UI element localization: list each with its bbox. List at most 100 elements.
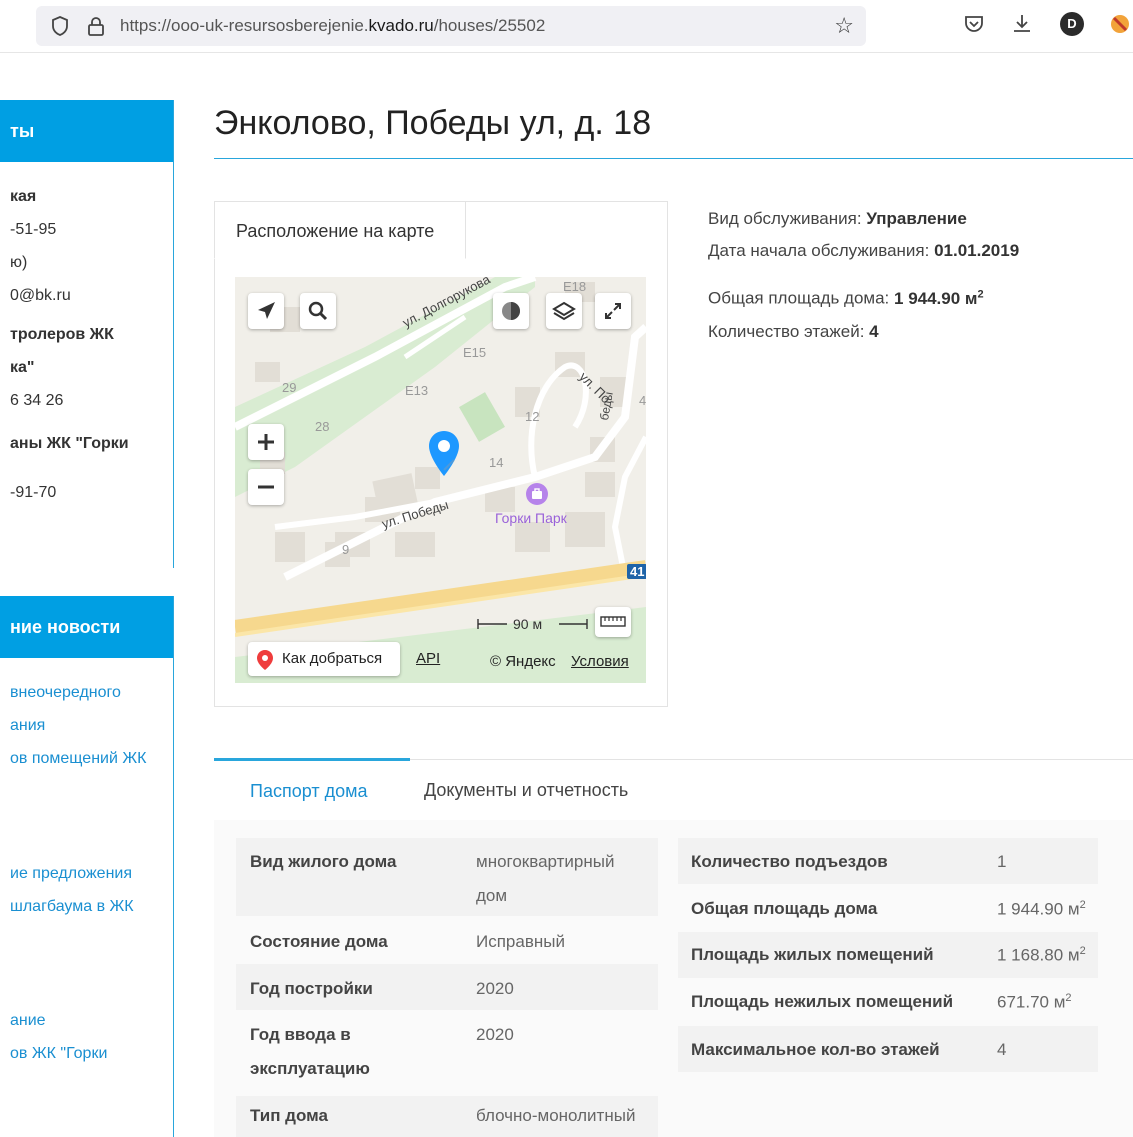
passport-label: Площадь жилых помещений [691,945,934,964]
map-copyright: © Яндекс [490,653,556,670]
map-view[interactable]: ул. Долгорукова ул. Победы ул. По беды E… [235,277,646,683]
passport-label: Общая площадь дома [691,899,878,918]
passport-label: Максимальное кол-во этажей [691,1040,940,1059]
plus-icon [258,434,274,450]
address-bar[interactable]: https://ooo-uk-resursosberejenie.kvado.r… [36,6,866,46]
news-block: ние новости внеочередного ания ов помеще… [0,596,174,1137]
geolocation-button[interactable] [248,293,284,329]
map-label: E13 [405,383,429,398]
fullscreen-button[interactable] [595,293,631,329]
table-row [236,838,658,916]
api-link[interactable]: API [416,650,440,667]
pocket-icon[interactable] [962,12,986,36]
location-pin-icon[interactable] [427,430,461,478]
layers-button[interactable] [546,293,582,329]
map-label: E18 [563,279,587,294]
terms-link[interactable]: Условия [571,653,629,670]
map-label: 12 [525,409,540,424]
news-heading: ние новости [0,596,173,658]
news-link[interactable]: внеочередного [0,676,173,709]
tab-map-location[interactable]: Расположение на карте [214,201,466,259]
news-link[interactable]: шлагбаума в ЖК [0,890,173,923]
contacts-block: ты кая -51-95 ю) 0@bk.ru тролеров ЖК ка"… [0,100,174,568]
news-link[interactable]: ие предложения [0,857,173,890]
ruler-icon [600,616,626,627]
map-search-button[interactable] [300,293,336,329]
passport-label: Вид жилого дома [250,852,397,871]
map-label: E15 [463,345,487,360]
passport-label: Площадь нежилых помещений [691,992,954,1011]
tab-documents[interactable]: Документы и отчетность [410,760,660,820]
map-scale: 90 м [477,614,589,634]
ruler-button[interactable] [595,607,631,637]
contacts-line: 0@bk.ru [10,287,71,304]
passport-value: 2020 [476,1025,514,1044]
passport-value: дом [476,886,508,905]
contacts-line: -91-70 [10,484,57,501]
total-area: Общая площадь дома: 1 944.90 м2 [708,288,984,308]
passport-value: многоквартирный [476,852,615,871]
service-start-date: Дата начала обслуживания: 01.01.2019 [708,241,1020,260]
passport-label: Год ввода в [250,1025,351,1044]
passport-value: 671.70 м2 [997,992,1072,1012]
passport-value: Исправный [476,932,565,951]
floors-count: Количество этажей: 4 [708,322,879,341]
zoom-in-button[interactable] [248,424,284,460]
title-divider [214,158,1133,159]
poi-label[interactable]: Горки Парк [495,510,567,526]
browser-toolbar: https://ooo-uk-resursosberejenie.kvado.r… [0,0,1133,53]
route-button[interactable]: Как добраться [248,642,400,676]
lock-icon[interactable] [86,15,106,37]
zoom-out-button[interactable] [248,469,284,505]
news-link[interactable]: ов ЖК "Горки [0,1037,173,1070]
minus-icon [258,485,274,489]
contacts-line: ка" [10,359,35,376]
contacts-line: аны ЖК "Горки [10,435,129,452]
extension-icon[interactable] [1108,12,1132,36]
passport-value: 1 168.80 м2 [997,945,1086,965]
search-icon [308,301,328,321]
passport-value: 1 944.90 м2 [997,899,1086,919]
sidebar: ты кая -51-95 ю) 0@bk.ru тролеров ЖК ка"… [0,100,174,1137]
passport-value: блочно-монолитный [476,1106,636,1125]
route-button-label: Как добраться [282,650,383,667]
scale-label: 90 м [513,616,543,632]
map-marker-icon [257,650,273,670]
poi-park-icon[interactable] [526,483,548,505]
map-tab-label: Расположение на карте [236,221,435,241]
news-link[interactable]: ов помещений ЖК [0,742,173,775]
url-text[interactable]: https://ooo-uk-resursosberejenie.kvado.r… [120,16,545,36]
bookmark-star-icon[interactable]: ☆ [834,13,854,39]
layers-icon [552,301,576,321]
route-shield-label: 41 [627,564,646,579]
download-icon[interactable] [1010,12,1034,36]
page-title: Энколово, Победы ул, д. 18 [214,104,652,142]
map-label: 29 [282,380,297,395]
tab-documents-label: Документы и отчетность [424,780,629,800]
contacts-line: -51-95 [10,221,57,238]
passport-label: Состояние дома [250,932,388,951]
shield-icon[interactable] [50,15,70,37]
passport-label: Год постройки [250,979,373,998]
geolocation-arrow-icon [258,302,275,319]
news-link[interactable]: ания [0,709,173,742]
contacts-line: ю) [10,254,28,271]
tab-passport-label: Паспорт дома [250,781,368,801]
traffic-button[interactable] [493,293,529,329]
map-label: 28 [315,419,330,434]
passport-label: эксплуатацию [250,1059,370,1078]
passport-value: 4 [997,1040,1007,1059]
tab-passport[interactable]: Паспорт дома [214,758,410,824]
news-link[interactable]: ание [0,1004,173,1037]
service-type: Вид обслуживания: Управление [708,209,967,228]
map-label: 14 [489,455,504,470]
contacts-line: кая [10,188,37,205]
traffic-circle-icon [502,302,520,320]
passport-value: 1 [997,852,1007,871]
profile-avatar[interactable]: D [1060,12,1084,36]
map-label: 9 [342,542,350,557]
contacts-line: тролеров ЖК [10,326,114,343]
expand-icon [605,303,621,319]
contacts-heading: ты [0,100,173,162]
passport-label: Тип дома [250,1106,328,1125]
